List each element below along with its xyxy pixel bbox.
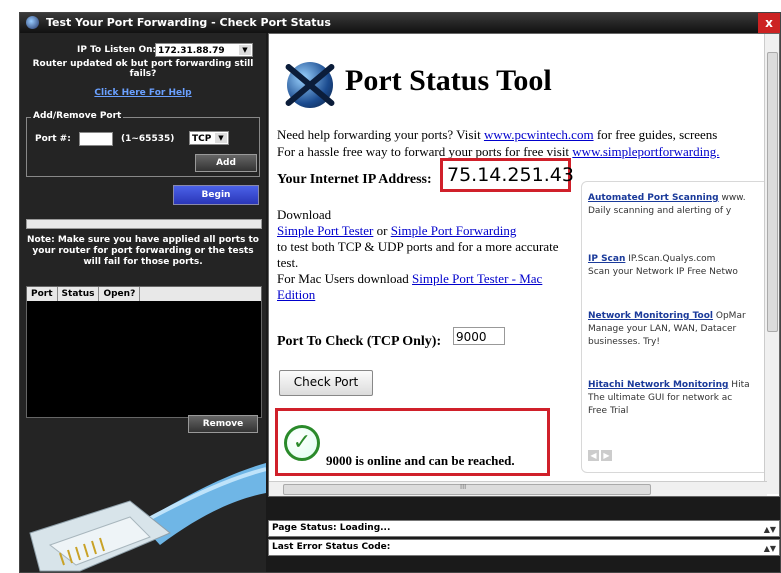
col-port: Port: [27, 287, 58, 301]
check-port-button[interactable]: Check Port: [279, 370, 373, 396]
ip-address-value: 75.14.251.43: [440, 158, 574, 192]
result-text: 9000 is online and can be reached.: [326, 453, 515, 468]
page-status-text: Page Status: Loading...: [272, 523, 391, 533]
intro-line-1: Need help forwarding your ports? Visit w…: [277, 126, 719, 143]
intro1-text-end: for free guides, screens: [593, 127, 718, 142]
progress-bar: [26, 219, 262, 229]
title-bar: Test Your Port Forwarding - Check Port S…: [20, 13, 780, 33]
ad-title[interactable]: IP Scan: [588, 254, 625, 264]
ad-title[interactable]: Hitachi Network Monitoring: [588, 380, 728, 390]
ip-listen-select[interactable]: 172.31.88.79 ▼: [155, 43, 253, 57]
chevron-down-icon: ▼: [239, 45, 251, 55]
left-panel: IP To Listen On: 172.31.88.79 ▼ Router u…: [20, 33, 266, 572]
ports-note: Note: Make sure you have applied all por…: [26, 235, 259, 267]
ad-desc: Daily scanning and alerting of y: [588, 206, 732, 216]
browser-pane[interactable]: Port Status Tool Need help forwarding yo…: [268, 33, 780, 497]
spin-arrows-icon[interactable]: ▲▼: [764, 522, 776, 537]
ad-prev-icon[interactable]: ◀: [588, 450, 599, 461]
port-label: Port #:: [35, 134, 71, 144]
page-status-field: Page Status: Loading... ▲▼: [268, 520, 780, 537]
ad-suffix: IP.Scan.Qualys.com: [625, 254, 716, 264]
begin-button[interactable]: Begin: [173, 185, 259, 205]
ad-suffix: www.: [718, 193, 746, 203]
ad-suffix: OpMar: [713, 311, 746, 321]
chevron-down-icon: ▼: [215, 133, 227, 143]
pcwintech-link[interactable]: www.pcwintech.com: [484, 127, 594, 142]
port-range: (1~65535): [121, 134, 175, 144]
ip-address-label: Your Internet IP Address:: [277, 172, 432, 187]
add-remove-legend: Add/Remove Port: [31, 111, 124, 121]
ip-listen-value: 172.31.88.79: [158, 46, 225, 56]
add-button[interactable]: Add: [195, 154, 257, 172]
app-window: Test Your Port Forwarding - Check Port S…: [19, 12, 781, 573]
intro2-text: For a hassle free way to forward your po…: [277, 144, 573, 159]
table-header: Port Status Open?: [27, 287, 261, 301]
ad-desc-2: Free Trial: [588, 406, 629, 416]
spin-arrows-icon[interactable]: ▲▼: [764, 541, 776, 556]
mac-line: For Mac Users download Simple Port Teste…: [277, 271, 577, 303]
download-section: Download Simple Port Tester or Simple Po…: [277, 207, 577, 303]
ip-listen-label: IP To Listen On:: [77, 45, 157, 55]
port-check-input[interactable]: 9000: [453, 327, 505, 345]
window-title: Test Your Port Forwarding - Check Port S…: [46, 16, 331, 29]
col-status: Status: [58, 287, 100, 301]
vertical-scroll-thumb[interactable]: [767, 52, 778, 332]
help-link[interactable]: Click Here For Help: [20, 88, 266, 98]
horizontal-scrollbar[interactable]: III: [269, 481, 767, 496]
router-note: Router updated ok but port forwarding st…: [32, 59, 254, 79]
download-desc: to test both TCP & UDP ports and for a m…: [277, 239, 559, 270]
vertical-scrollbar[interactable]: [764, 34, 779, 494]
col-open: Open?: [99, 287, 141, 301]
ad-item[interactable]: IP Scan IP.Scan.Qualys.com Scan your Net…: [588, 253, 738, 279]
ad-nav: ◀ ▶: [588, 450, 612, 462]
last-error-text: Last Error Status Code:: [272, 542, 391, 552]
ad-desc: The ultimate GUI for network ac: [588, 393, 733, 403]
ad-suffix: Hita: [728, 380, 750, 390]
simpleportforwarding-link[interactable]: www.simpleportforwarding.: [572, 144, 719, 159]
ad-title[interactable]: Network Monitoring Tool: [588, 311, 713, 321]
app-icon: [26, 16, 39, 29]
close-button[interactable]: x: [758, 13, 780, 33]
scroll-grip: III: [460, 483, 467, 491]
page-title: Port Status Tool: [345, 64, 552, 97]
ad-item[interactable]: Hitachi Network Monitoring Hita The ulti…: [588, 379, 750, 418]
globe-logo-icon: [287, 62, 333, 108]
ad-desc: Manage your LAN, WAN, Datacer: [588, 324, 737, 334]
add-remove-port-group: Add/Remove Port Port #: (1~65535) TCP ▼ …: [26, 111, 260, 177]
checkmark-icon: ✓: [284, 425, 320, 461]
last-error-field: Last Error Status Code: ▲▼: [268, 539, 780, 556]
download-links: Simple Port Tester or Simple Port Forwar…: [277, 223, 577, 239]
ad-desc: Scan your Network IP Free Netwo: [588, 267, 738, 277]
ad-desc-2: businesses. Try!: [588, 337, 660, 347]
protocol-select[interactable]: TCP ▼: [189, 131, 229, 145]
ad-item[interactable]: Automated Port Scanning www. Daily scann…: [588, 192, 746, 218]
simple-port-tester-link[interactable]: Simple Port Tester: [277, 223, 373, 238]
ad-next-icon[interactable]: ▶: [601, 450, 612, 461]
ethernet-cable-image: [29, 463, 266, 572]
or-text: or: [373, 223, 391, 238]
ad-item[interactable]: Network Monitoring Tool OpMar Manage you…: [588, 310, 746, 349]
port-input[interactable]: [79, 132, 113, 146]
result-box: ✓ 9000 is online and can be reached.: [275, 408, 550, 476]
intro1-text: Need help forwarding your ports? Visit: [277, 127, 484, 142]
download-label: Download: [277, 207, 332, 222]
intro-text: Need help forwarding your ports? Visit w…: [277, 126, 719, 160]
ad-title[interactable]: Automated Port Scanning: [588, 193, 719, 203]
simple-port-forwarding-link[interactable]: Simple Port Forwarding: [391, 223, 517, 238]
mac-text: For Mac Users download: [277, 271, 413, 286]
port-check-label: Port To Check (TCP Only):: [277, 334, 442, 349]
ports-table[interactable]: Port Status Open?: [26, 286, 262, 418]
horizontal-scroll-thumb[interactable]: III: [283, 483, 651, 495]
ads-panel: Automated Port Scanning www. Daily scann…: [581, 181, 773, 473]
protocol-value: TCP: [192, 134, 212, 144]
remove-button[interactable]: Remove: [188, 415, 258, 433]
